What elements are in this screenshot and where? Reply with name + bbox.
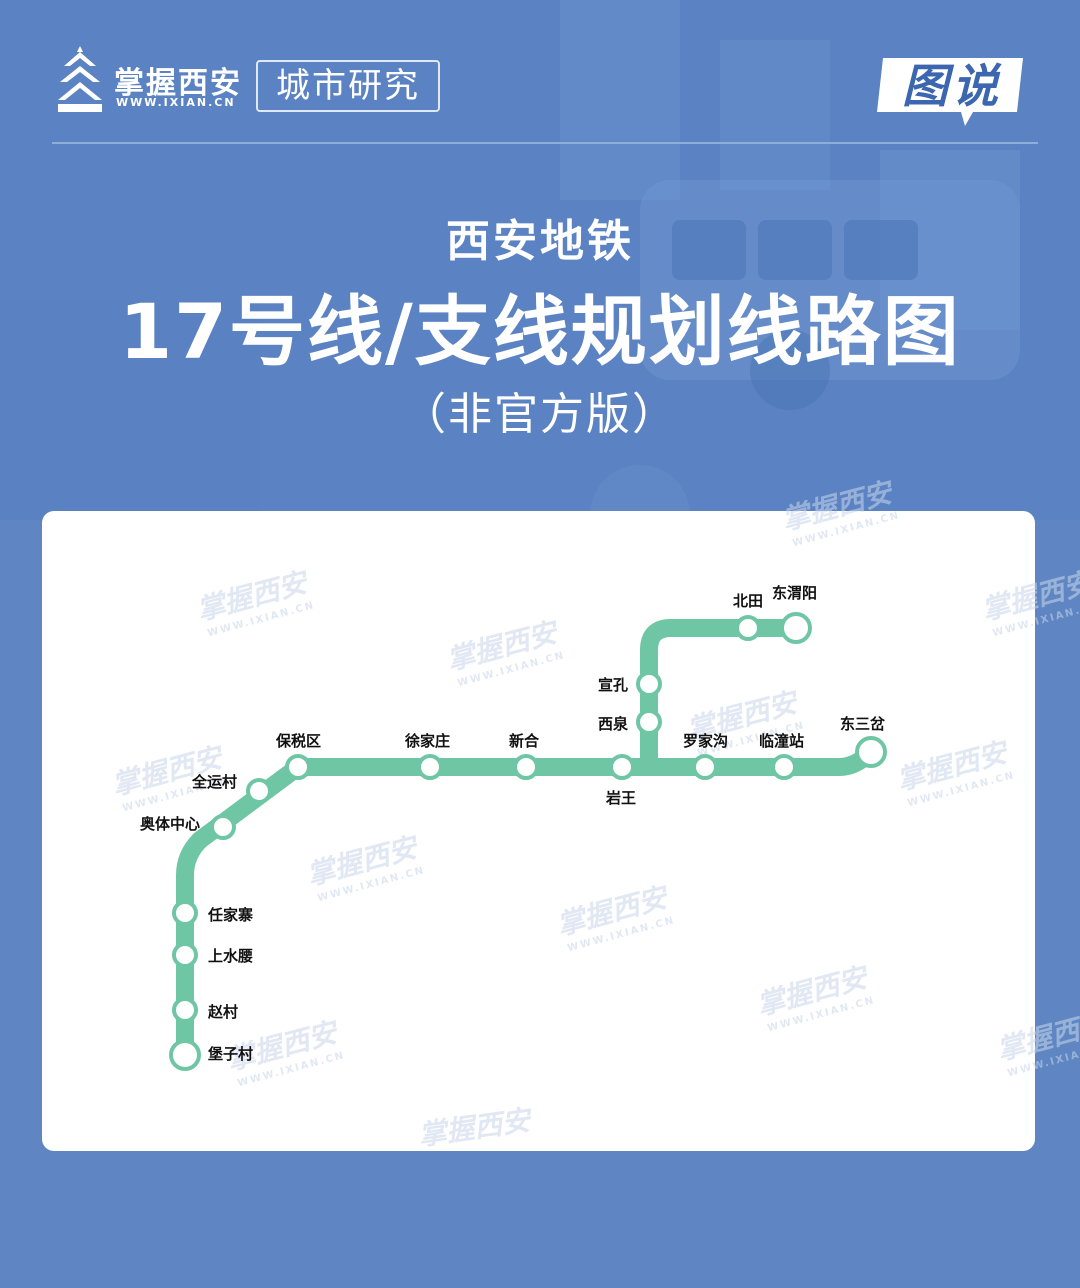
station-label: 徐家庄 (404, 732, 450, 750)
station-xiquan[interactable]: 西泉 (598, 709, 662, 735)
station-beitian[interactable]: 北田 (733, 592, 763, 641)
station-label: 北田 (733, 592, 763, 610)
watermark: 掌握西安 WWW.IXIAN.CN (778, 475, 901, 549)
watermark: 掌握西安 WWW.IXIAN.CN (753, 960, 876, 1034)
station-label: 保税区 (275, 732, 321, 750)
watermark: 掌握西安 WWW.IXIAN.CN (978, 565, 1080, 639)
station-label: 西泉 (598, 715, 629, 733)
station-zhaocun[interactable]: 赵村 (172, 997, 238, 1023)
station-label: 临潼站 (759, 732, 804, 750)
station-xuankong[interactable]: 宣孔 (598, 671, 662, 697)
station-label: 东三岔 (840, 715, 886, 733)
station-label: 新合 (509, 732, 540, 750)
station-renjiazhai[interactable]: 任家寨 (172, 900, 253, 926)
station-label: 东渭阳 (772, 584, 817, 602)
station-label: 宣孔 (598, 676, 628, 694)
svg-text:掌握西安: 掌握西安 (416, 1103, 535, 1152)
watermark: 掌握西安 WWW.IXIAN.CN (303, 830, 426, 904)
watermarks: 掌握西安 WWW.IXIAN.CN 掌握西安 WWW.IXIAN.CN 掌握西安… (108, 475, 1080, 1152)
station-quanyuncun[interactable]: 全运村 (191, 773, 272, 804)
watermark: 掌握西安 WWW.IXIAN.CN (553, 880, 676, 954)
watermark: 掌握西安 WWW.IXIAN.CN (443, 615, 566, 689)
station-yanwang[interactable]: 岩王 (605, 754, 636, 807)
station-label: 全运村 (191, 773, 237, 791)
watermark: 掌握西安 WWW.IXIAN.CN (993, 1005, 1080, 1079)
station-label: 任家寨 (207, 906, 253, 924)
watermark: 掌握西安 WWW.IXIAN.CN (193, 565, 316, 639)
station-label: 罗家沟 (683, 732, 728, 750)
watermark: 掌握西安 WWW.IXIAN.CN (893, 735, 1016, 809)
station-label: 赵村 (207, 1003, 238, 1021)
station-aotizhongxin[interactable]: 奥体中心 (140, 814, 236, 840)
station-label: 上水腰 (208, 947, 253, 965)
station-label: 奥体中心 (140, 815, 200, 833)
watermark: 掌握西安 (416, 1103, 535, 1152)
metro-line-map: 掌握西安 WWW.IXIAN.CN 掌握西安 WWW.IXIAN.CN 掌握西安… (108, 475, 1080, 1152)
station-shangshuiyao[interactable]: 上水腰 (172, 942, 253, 968)
station-label: 岩王 (605, 789, 636, 807)
station-label: 堡子村 (208, 1045, 253, 1063)
